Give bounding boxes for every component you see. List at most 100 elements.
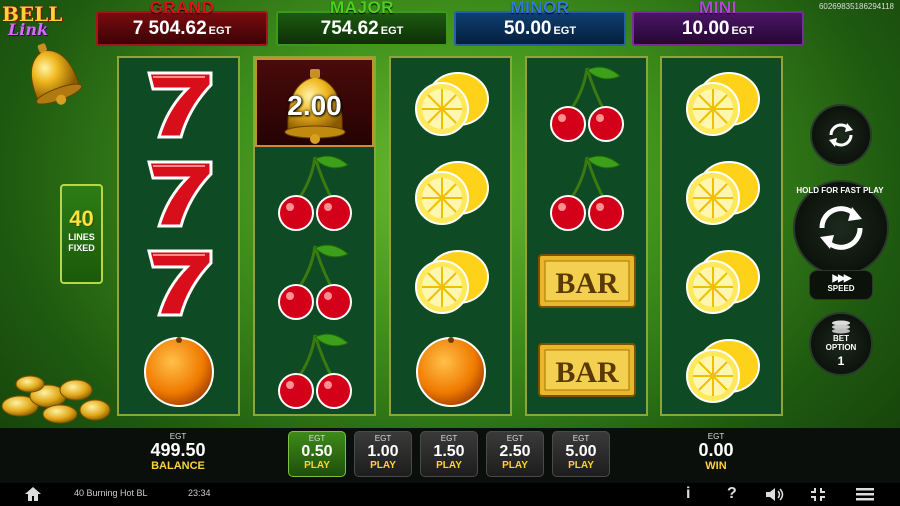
jackpot-mini: 10.00 EGT MINI — [632, 0, 804, 46]
bet-option-label-1: BET — [833, 334, 849, 343]
jackpot-major-label: MAJOR — [330, 0, 394, 17]
cherry-icon — [277, 244, 352, 320]
fast-forward-icon: ▶▶▶ — [832, 273, 851, 284]
bet-label: PLAY — [436, 460, 462, 471]
jackpot-grand: 7 504.62 EGT GRAND — [96, 0, 268, 46]
cherry-symbol — [527, 147, 646, 236]
lemon-icon — [414, 249, 489, 314]
autoplay-button[interactable] — [810, 104, 872, 166]
gold-coins-pile-icon — [1, 375, 111, 424]
cherry-icon — [549, 155, 624, 231]
jackpot-major-value: 754.62 — [320, 17, 379, 39]
home-icon[interactable] — [24, 486, 42, 502]
bar-symbol: BAR — [527, 236, 646, 325]
lemon-symbol — [391, 58, 510, 147]
jackpot-grand-value: 7 504.62 — [132, 17, 207, 39]
bet-value: 0.50 — [301, 443, 333, 460]
bet-button-5[interactable]: EGT 5.00 PLAY — [552, 431, 610, 477]
lemon-icon — [685, 338, 760, 403]
bar-icon: BAR — [537, 253, 636, 308]
bet-option-label-2: OPTION — [825, 343, 857, 352]
reel-3 — [389, 56, 512, 416]
orange-symbol — [391, 325, 510, 414]
bet-currency: EGT — [308, 434, 326, 443]
game-name: 40 Burning Hot BL — [74, 488, 148, 498]
bet-value: 2.50 — [499, 443, 531, 460]
bar-text: BAR — [555, 356, 619, 389]
bet-option-button[interactable]: BET OPTION 1 — [809, 312, 873, 376]
jackpot-mini-currency: EGT — [731, 24, 755, 37]
orange-icon — [415, 336, 486, 407]
bell-link-logo: BELL Link — [0, 0, 100, 112]
reel-4: BAR BAR — [525, 56, 648, 416]
win-value: 0.00 — [698, 440, 734, 460]
cherry-icon — [277, 333, 352, 409]
bet-button-2[interactable]: EGT 1.00 PLAY — [354, 431, 412, 477]
sound-icon[interactable] — [765, 487, 785, 502]
jackpot-major: 754.62 EGT MAJOR — [276, 0, 448, 46]
bell-symbol: 2.00 — [255, 58, 374, 147]
cherry-icon — [549, 66, 624, 142]
balance-value: 499.50 — [150, 440, 206, 460]
jackpot-grand-label: GRAND — [149, 0, 215, 17]
bar-symbol: BAR — [527, 325, 646, 414]
lines-count: 40 — [69, 206, 94, 231]
jackpot-major-currency: EGT — [380, 24, 404, 37]
reel-5 — [660, 56, 783, 416]
golden-bell-icon — [30, 43, 83, 105]
jackpot-grand-currency: EGT — [208, 24, 232, 37]
cherry-symbol — [527, 58, 646, 147]
lemon-symbol — [662, 147, 781, 236]
cherry-symbol — [255, 236, 374, 325]
lemon-symbol — [391, 147, 510, 236]
jackpot-bar: 7 504.62 EGT GRAND 754.62 EGT MAJOR 50.0… — [96, 0, 806, 46]
lemon-symbol — [662, 325, 781, 414]
seven-icon — [146, 249, 212, 316]
orange-icon — [143, 336, 214, 407]
coin-stack-icon — [832, 320, 850, 334]
fullscreen-icon[interactable] — [810, 487, 826, 502]
menu-icon[interactable] — [856, 487, 874, 502]
win-label: WIN — [705, 460, 727, 472]
seven-symbol — [119, 147, 238, 236]
jackpot-mini-value: 10.00 — [681, 17, 730, 39]
bet-value: 1.50 — [433, 443, 465, 460]
help-icon[interactable]: ? — [727, 485, 737, 503]
autoplay-icon — [829, 123, 853, 147]
bet-button-4[interactable]: EGT 2.50 PLAY — [486, 431, 544, 477]
spin-icon — [819, 206, 863, 250]
bet-option-value: 1 — [837, 354, 845, 368]
orange-symbol — [119, 325, 238, 414]
speed-button[interactable]: ▶▶▶ SPEED — [809, 270, 873, 300]
lines-fixed-badge: 40 LINES FIXED — [60, 184, 103, 284]
lemon-symbol — [662, 58, 781, 147]
bet-button-3[interactable]: EGT 1.50 PLAY — [420, 431, 478, 477]
jackpot-minor: 50.00 EGT MINOR — [454, 0, 626, 46]
jackpot-minor-value: 50.00 — [503, 17, 552, 39]
bet-label: PLAY — [304, 460, 330, 471]
lemon-icon — [685, 160, 760, 225]
cherry-symbol — [255, 325, 374, 414]
info-icon[interactable]: i — [686, 485, 690, 503]
jackpot-minor-label: MINOR — [510, 0, 570, 17]
win-display: EGT 0.00 WIN — [680, 432, 752, 472]
bet-button-1[interactable]: EGT 0.50 PLAY — [288, 431, 346, 477]
bet-label: PLAY — [502, 460, 528, 471]
jackpot-mini-label: MINI — [699, 0, 737, 17]
cherry-icon — [277, 155, 352, 231]
bet-currency: EGT — [374, 434, 392, 443]
reel-2: 2.00 — [253, 56, 376, 416]
footer-bar: 40 Burning Hot BL 23:34 i ? — [0, 483, 900, 506]
bet-currency: EGT — [572, 434, 590, 443]
lemon-symbol — [662, 236, 781, 325]
clock: 23:34 — [188, 488, 211, 498]
balance-label: BALANCE — [151, 460, 205, 472]
lines-label: LINES — [68, 232, 95, 242]
hold-fast-play-label: HOLD FOR FAST PLAY — [796, 186, 884, 195]
seven-icon — [146, 160, 212, 227]
bottom-panel: EGT 499.50 BALANCE EGT 0.50 PLAY EGT 1.00 PLA… — [0, 428, 900, 483]
seven-symbol — [119, 236, 238, 325]
seven-symbol — [119, 58, 238, 147]
cherry-symbol — [255, 147, 374, 236]
bet-value: 1.00 — [367, 443, 399, 460]
